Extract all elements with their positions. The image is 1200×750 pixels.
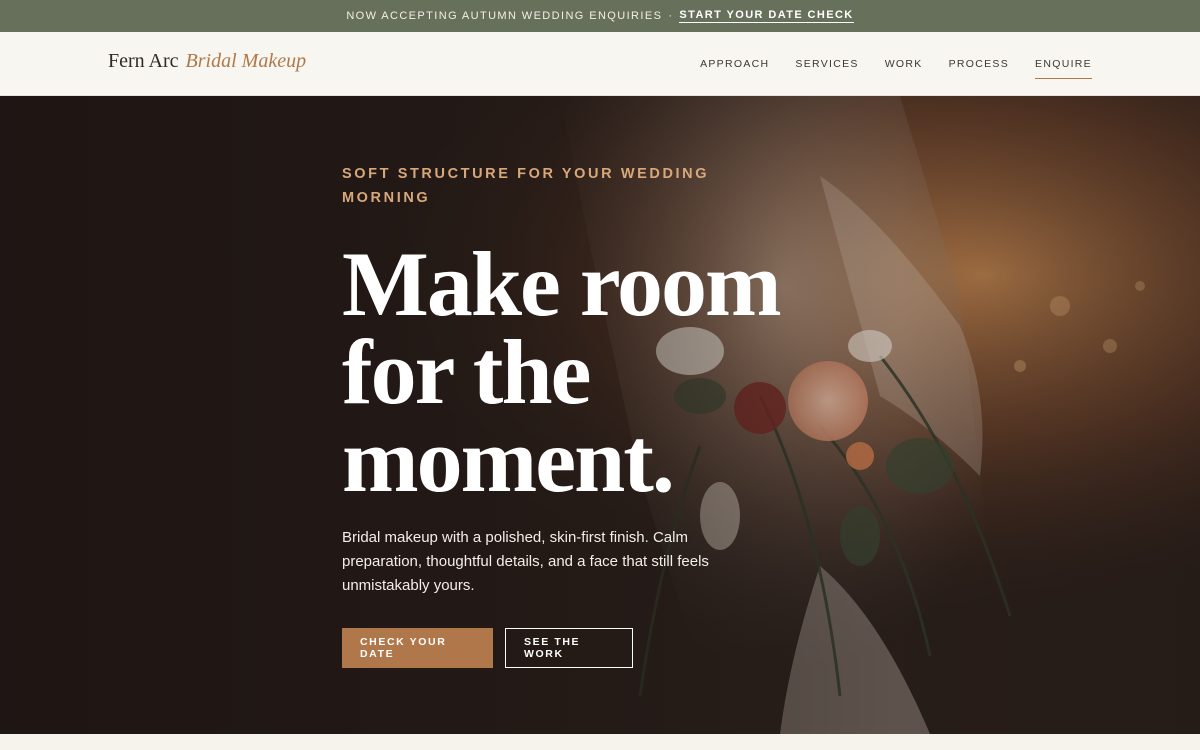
nav-item-services[interactable]: SERVICES [795, 58, 858, 79]
hero-headline: Make room for the moment. [342, 233, 782, 511]
nav-item-process[interactable]: PROCESS [949, 58, 1009, 79]
nav-item-enquire[interactable]: ENQUIRE [1035, 58, 1092, 79]
nav-item-approach[interactable]: APPROACH [700, 58, 769, 79]
announcement-bar: NOW ACCEPTING AUTUMN WEDDING ENQUIRIES ·… [0, 0, 1200, 32]
brand-logo[interactable]: Fern Arc Bridal Makeup [108, 50, 306, 73]
announcement-separator: · [668, 10, 674, 22]
hero-content: SOFT STRUCTURE FOR YOUR WEDDING MORNING … [342, 162, 802, 598]
hero-section: SOFT STRUCTURE FOR YOUR WEDDING MORNING … [0, 96, 1200, 734]
site-header: Fern Arc Bridal Makeup APPROACH SERVICES… [0, 32, 1200, 96]
brand-tagline: Bridal Makeup [185, 50, 307, 72]
hero-eyebrow: SOFT STRUCTURE FOR YOUR WEDDING MORNING [342, 166, 710, 206]
see-the-work-button[interactable]: SEE THE WORK [505, 628, 633, 668]
hero-lede: Bridal makeup with a polished, skin-firs… [342, 529, 709, 594]
start-date-check-link[interactable]: START YOUR DATE CHECK [679, 9, 854, 23]
brand-name: Fern Arc [108, 50, 179, 72]
hero-cta-group: CHECK YOUR DATE SEE THE WORK [342, 628, 633, 668]
main-nav: APPROACH SERVICES WORK PROCESS ENQUIRE [700, 58, 1092, 79]
check-your-date-button[interactable]: CHECK YOUR DATE [342, 628, 493, 668]
nav-item-work[interactable]: WORK [885, 58, 923, 79]
next-section-edge [0, 734, 1200, 750]
announcement-text: NOW ACCEPTING AUTUMN WEDDING ENQUIRIES [346, 10, 663, 22]
